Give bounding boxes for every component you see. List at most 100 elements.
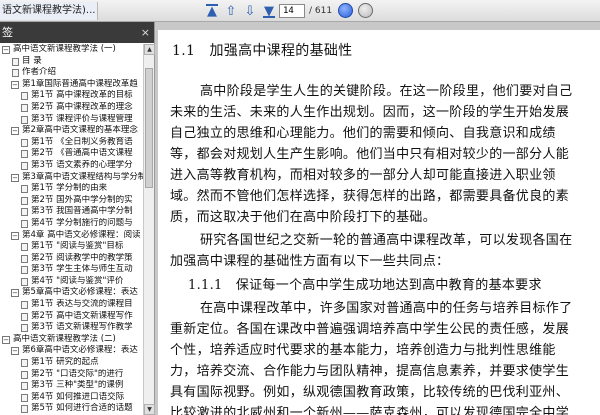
body-text-line: 比较激进的北威州和一个新州——萨克森州，可以发现德国完全中学 <box>170 406 570 415</box>
collapse-toggle-icon[interactable]: − <box>11 80 19 89</box>
bookmark-label: 第3章高中语文课程结构与学分制 <box>22 171 143 182</box>
page-bookmark-icon <box>21 219 28 228</box>
bookmark-item[interactable]: − 高中语文新课程教学法 (一) <box>0 44 143 56</box>
bookmark-item[interactable]: − 高中语文新课程教学法 (二) <box>0 334 143 346</box>
section-heading: 1.1 加强高中课程的基础性 <box>172 43 353 59</box>
body-text-line: 高中阶段是学生人生的关键阶段。在这一阶段里，他们要对自己 <box>200 84 573 99</box>
body-text-line: 研究各国世纪之交新一轮的普通高中课程改革，可以发现各国在 <box>200 233 573 248</box>
body-text-line: 在高中课程改革中，许多国家对普通高中的任务与培养目标作了 <box>200 301 573 316</box>
bookmark-item[interactable]: 第3节 语文素养的心理学分 <box>0 160 143 172</box>
bookmark-item[interactable]: 第2节 "口语交际"的进行 <box>0 369 143 381</box>
page-bookmark-icon <box>21 208 28 217</box>
document-page: 1.1 加强高中课程的基础性高中阶段是学生人生的关键阶段。在这一阶段里，他们要对… <box>158 30 600 415</box>
collapse-toggle-icon[interactable]: − <box>11 127 19 136</box>
page-number-input[interactable]: 14 <box>279 4 305 18</box>
page-bookmark-icon <box>21 266 28 275</box>
bookmark-item[interactable]: 第2节 国外高中学分制的实 <box>0 195 143 207</box>
bookmark-label: 第3节 我国普通高中学分制 <box>31 206 133 217</box>
body-text-line: 重新定位。各国在课改中普遍强调培养高中学生公民的责任感，发展 <box>170 322 570 337</box>
sidebar-scrollbar[interactable]: ▲ ▼ <box>143 44 155 415</box>
bookmark-item[interactable]: 第2节 阅读教学中的教学策 <box>0 253 143 265</box>
bookmark-label: 第2章高中语文课程的基本理念 <box>22 125 138 136</box>
bookmark-label: 第1节 《全日制义务教育语 <box>31 136 133 147</box>
bookmarks-header: 签 × <box>0 22 154 43</box>
bookmark-item[interactable]: 作者介绍 <box>0 67 143 79</box>
page-total: / 611 <box>309 6 333 16</box>
bookmark-item[interactable]: − 第6章高中语文必修课程：表达 <box>0 345 143 357</box>
body-text-line: 未来的生活、未来的人生作出规划。因而，这一阶段的学生开始发展 <box>170 105 570 120</box>
bookmark-item[interactable]: 第2节 《普通高中语文课程 <box>0 148 143 160</box>
bookmark-label: 目 录 <box>22 55 42 66</box>
page-bookmark-icon <box>21 196 28 205</box>
page-bookmark-icon <box>12 69 19 78</box>
bookmark-item[interactable]: 第3节 语文新课程写作教学 <box>0 322 143 334</box>
page-bookmark-icon <box>21 301 28 310</box>
collapse-toggle-icon[interactable]: − <box>2 335 10 344</box>
body-text-line: 力，培养交流、合作能力与团队精神，提高信息素养，并要求使学生 <box>170 364 570 379</box>
bookmark-item[interactable]: 第3节 课程评价与课程管理 <box>0 114 143 126</box>
prev-page-icon[interactable]: ⇧ <box>223 3 239 19</box>
bookmark-item[interactable]: 第1节 "阅读与鉴赏"目标 <box>0 241 143 253</box>
collapse-toggle-icon[interactable]: − <box>11 173 19 182</box>
bookmark-item[interactable]: 第1节 研究的起点 <box>0 357 143 369</box>
bookmark-tree: − 高中语文新课程教学法 (一) 目 录作者介绍 − 第1章国际普通高中课程改革趋 第1节… <box>0 44 143 415</box>
bookmark-item[interactable]: 第4节 "阅读与鉴赏"评价 <box>0 276 143 288</box>
bookmark-item[interactable]: − 第1章国际普通高中课程改革趋 <box>0 79 143 91</box>
bookmark-label: 高中语文新课程教学法 (二) <box>13 333 116 344</box>
bookmark-item[interactable]: 第5节 如何进行合适的话题 <box>0 403 143 415</box>
collapse-toggle-icon[interactable]: − <box>2 46 10 54</box>
bookmark-item[interactable]: 第1节 学分制的由来 <box>0 183 143 195</box>
bookmark-label: 第4节 "阅读与鉴赏"评价 <box>31 275 124 286</box>
bookmark-label: 第2节 高中语文新课程写作 <box>31 310 133 321</box>
bookmark-item[interactable]: − 第2章高中语文课程的基本理念 <box>0 125 143 137</box>
bookmarks-title: 签 <box>2 26 13 39</box>
bookmark-label: 第5章高中语文必修课程：表达 <box>22 287 138 298</box>
bookmark-label: 第4章 高中语文必修课程：阅读 <box>22 229 141 240</box>
collapse-toggle-icon[interactable]: − <box>11 231 19 240</box>
bookmark-item[interactable]: − 第5章高中语文必修课程：表达 <box>0 287 143 299</box>
page-bookmark-icon <box>21 312 28 321</box>
bookmark-item[interactable]: 目 录 <box>0 56 143 68</box>
body-text-line: 加强高中课程的基础性方面有以下一些共同点： <box>170 254 450 269</box>
collapse-toggle-icon[interactable]: − <box>11 347 19 356</box>
page-bookmark-icon <box>21 150 28 159</box>
bookmark-label: 第3节 语文素养的心理学分 <box>31 159 133 170</box>
scroll-down-icon[interactable]: ▼ <box>144 404 155 415</box>
first-page-icon[interactable]: ▲ <box>204 3 220 19</box>
document-view[interactable]: 1.1 加强高中课程的基础性高中阶段是学生人生的关键阶段。在这一阶段里，他们要对… <box>155 22 600 415</box>
bookmark-item[interactable]: 第2节 高中课程改革的理念 <box>0 102 143 114</box>
scroll-thumb[interactable] <box>145 68 153 188</box>
bookmark-item[interactable]: 第3节 学生主体与师生互动 <box>0 264 143 276</box>
bookmark-item[interactable]: 第4节 如何推进口语交际 <box>0 392 143 404</box>
page-bookmark-icon <box>21 405 28 414</box>
back-icon[interactable] <box>338 3 353 18</box>
bookmark-label: 第2节 "口语交际"的进行 <box>31 368 124 379</box>
bookmark-label: 第3节 学生主体与师生互动 <box>31 264 133 275</box>
page-bookmark-icon <box>21 359 28 368</box>
bookmark-item[interactable]: 第4节 学分制施行的问题与 <box>0 218 143 230</box>
bookmark-item[interactable]: − 第3章高中语文课程结构与学分制 <box>0 172 143 184</box>
bookmark-item[interactable]: 第1节 表达与交流的课程目 <box>0 299 143 311</box>
page-bookmark-icon <box>12 57 19 66</box>
bookmark-label: 第2节 阅读教学中的教学策 <box>31 252 133 263</box>
bookmark-item[interactable]: 第1节 《全日制义务教育语 <box>0 137 143 149</box>
collapse-toggle-icon[interactable]: − <box>11 289 19 298</box>
close-panel-icon[interactable]: × <box>141 22 150 43</box>
subsection-heading: 1.1.1 保证每一个高中学生成功地达到高中教育的基本要求 <box>188 278 542 293</box>
bookmark-item[interactable]: 第3节 三种"类型"的课例 <box>0 380 143 392</box>
bookmark-label: 第2节 《普通高中语文课程 <box>31 148 133 159</box>
bookmark-item[interactable]: 第2节 高中语文新课程写作 <box>0 311 143 323</box>
bookmark-label: 高中语文新课程教学法 (一) <box>13 44 116 54</box>
next-page-icon[interactable]: ⇩ <box>242 3 258 19</box>
bookmark-item[interactable]: 第3节 我国普通高中学分制 <box>0 206 143 218</box>
forward-icon[interactable] <box>358 3 373 18</box>
bookmark-item[interactable]: − 第4章 高中语文必修课程：阅读 <box>0 230 143 242</box>
bookmark-label: 第1节 "阅读与鉴赏"目标 <box>31 241 124 252</box>
last-page-icon[interactable]: ▼ <box>261 3 277 19</box>
bookmark-label: 第3节 语文新课程写作教学 <box>31 322 133 333</box>
page-bookmark-icon <box>21 382 28 391</box>
window-title: 语文新课程教学法)... <box>0 2 98 20</box>
bookmark-item[interactable]: 第1节 高中课程改革的目标 <box>0 90 143 102</box>
bookmark-label: 作者介绍 <box>22 67 57 78</box>
scroll-up-icon[interactable]: ▲ <box>144 44 155 55</box>
